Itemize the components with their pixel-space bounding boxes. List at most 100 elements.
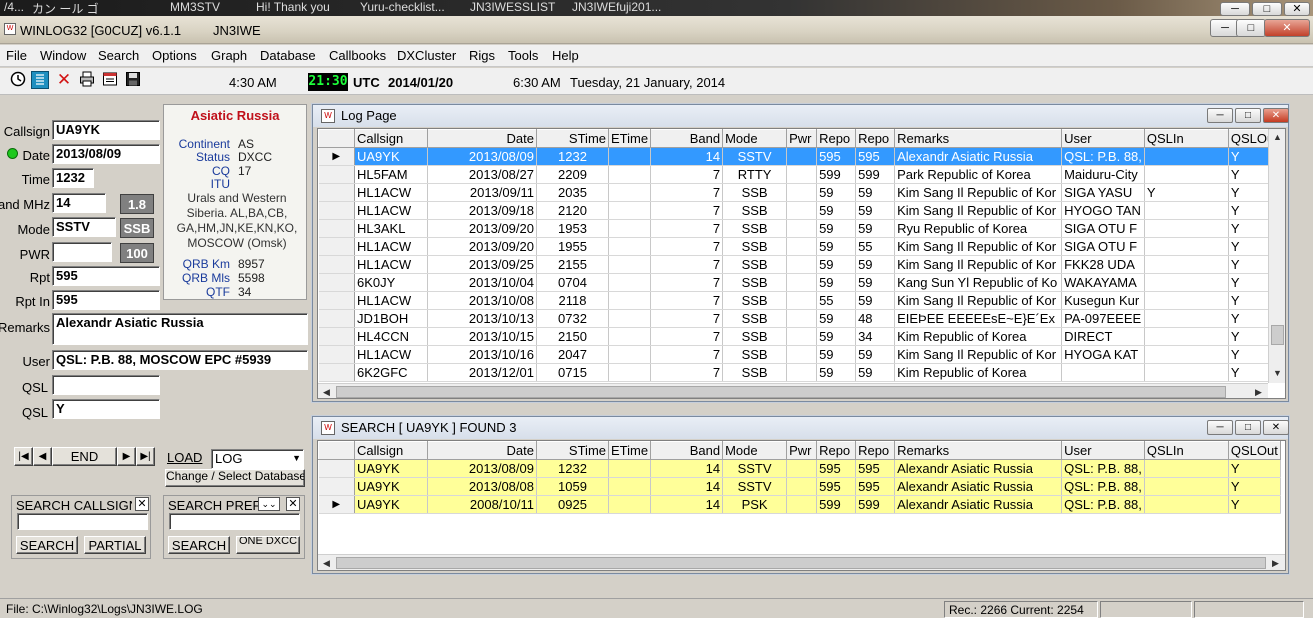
column-header[interactable]: Pwr <box>786 129 818 148</box>
maximize-button[interactable]: □ <box>1236 19 1266 37</box>
dropdown-icon[interactable]: ⌄⌄ <box>258 497 280 511</box>
column-header[interactable]: Callsign <box>354 441 428 460</box>
column-header[interactable]: Band <box>650 129 724 148</box>
table-row[interactable]: HL1ACW 2013/09/18 2120 7 SSB 59 59 Kim Sang Il … <box>318 201 1281 220</box>
rpt-field[interactable]: 595 <box>52 266 160 286</box>
table-row[interactable]: JD1BOH 2013/10/13 0732 7 SSB 59 48 EIEÞEE EEEEE… <box>318 309 1281 328</box>
rpt-in-field[interactable]: 595 <box>52 290 160 310</box>
last-record-button[interactable]: ▶| <box>136 447 155 466</box>
user-field[interactable]: QSL: P.B. 88, MOSCOW EPC #5939 <box>52 350 308 370</box>
remarks-field[interactable]: Alexandr Asiatic Russia <box>52 313 308 345</box>
column-header[interactable]: Remarks <box>894 441 1063 460</box>
menu-window[interactable]: Window <box>40 48 86 63</box>
search-prefix-input[interactable] <box>169 513 300 530</box>
table-row[interactable]: 6K0JY 2013/10/04 0704 7 SSB 59 59 Kang Sun Yl R… <box>318 273 1281 292</box>
maximize-button[interactable]: □ <box>1235 420 1261 435</box>
row-indicator[interactable] <box>318 309 355 328</box>
pwr-field[interactable] <box>52 242 112 262</box>
scroll-down-icon[interactable]: ▼ <box>1269 365 1285 382</box>
search-callsign-input[interactable] <box>17 513 148 530</box>
close-icon[interactable]: ✕ <box>135 497 149 511</box>
close-button[interactable]: ✕ <box>1264 19 1310 37</box>
menu-rigs[interactable]: Rigs <box>469 48 495 63</box>
minimize-button[interactable]: ─ <box>1207 420 1233 435</box>
maximize-button[interactable]: □ <box>1235 108 1261 123</box>
row-indicator[interactable] <box>318 345 355 364</box>
outer-close-button[interactable]: ✕ <box>1284 2 1310 16</box>
minimize-button[interactable]: ─ <box>1207 108 1233 123</box>
outer-minimize-button[interactable]: ─ <box>1220 2 1250 16</box>
pwr-quick-box[interactable]: 100 <box>120 243 154 263</box>
close-button[interactable]: ✕ <box>1263 108 1289 123</box>
menu-tools[interactable]: Tools <box>508 48 538 63</box>
column-header[interactable]: Date <box>427 441 537 460</box>
column-header[interactable]: QSLOut <box>1227 441 1281 460</box>
log-select-dropdown[interactable]: LOG ▼ <box>211 449 304 469</box>
change-database-button[interactable]: Change / Select Database <box>165 469 305 487</box>
column-header[interactable]: ETime <box>607 441 652 460</box>
column-header[interactable]: Repo <box>816 129 857 148</box>
table-row[interactable]: ▶ UA9YK 2013/08/09 1232 14 SSTV 595 595 Alexandr… <box>318 147 1281 166</box>
scroll-left-icon[interactable]: ◀ <box>318 384 335 398</box>
row-indicator[interactable] <box>318 183 355 202</box>
column-header[interactable]: ETime <box>607 129 652 148</box>
table-row[interactable]: HL5FAM 2013/08/27 2209 7 RTTY 599 599 Park Repu… <box>318 165 1281 184</box>
column-header[interactable]: User <box>1061 441 1145 460</box>
table-row[interactable]: HL1ACW 2013/09/20 1955 7 SSB 59 55 Kim Sang Il … <box>318 237 1281 256</box>
table-row[interactable]: HL1ACW 2013/09/11 2035 7 SSB 59 59 Kim Sang Il … <box>318 183 1281 202</box>
current-row-marker-icon[interactable]: ▶ <box>318 495 355 514</box>
search-callsign-button[interactable]: SEARCH <box>16 536 78 554</box>
row-indicator[interactable] <box>318 165 355 184</box>
column-header[interactable]: Callsign <box>354 129 428 148</box>
table-row[interactable]: HL1ACW 2013/09/25 2155 7 SSB 59 59 Kim Sang Il … <box>318 255 1281 274</box>
qsl-field-2[interactable]: Y <box>52 399 160 419</box>
column-header[interactable]: Date <box>427 129 537 148</box>
scroll-left-icon[interactable]: ◀ <box>318 555 335 570</box>
table-row[interactable]: HL4CCN 2013/10/15 2150 7 SSB 59 34 Kim Republic… <box>318 327 1281 346</box>
table-row[interactable]: 6K2GFC 2013/12/01 0715 7 SSB 59 59 Kim Republic… <box>318 363 1281 382</box>
save-icon[interactable] <box>124 71 142 89</box>
list-icon[interactable] <box>31 71 49 89</box>
close-icon[interactable]: ✕ <box>286 497 300 511</box>
menu-graph[interactable]: Graph <box>211 48 247 63</box>
next-record-button[interactable]: ▶ <box>117 447 136 466</box>
row-indicator[interactable] <box>318 291 355 310</box>
column-header[interactable]: Mode <box>722 441 788 460</box>
band-quick-box[interactable]: 1.8 <box>120 194 154 214</box>
first-record-button[interactable]: |◀ <box>14 447 33 466</box>
scroll-up-icon[interactable]: ▲ <box>1269 129 1285 146</box>
time-field[interactable]: 1232 <box>52 168 94 188</box>
table-row[interactable]: HL3AKL 2013/09/20 1953 7 SSB 59 59 Ryu Republic… <box>318 219 1281 238</box>
print-icon[interactable] <box>78 71 96 89</box>
current-row-marker-icon[interactable]: ▶ <box>318 147 355 166</box>
log-vertical-scrollbar[interactable]: ▲ ▼ <box>1268 129 1285 383</box>
scroll-thumb[interactable] <box>336 386 1226 398</box>
menu-help[interactable]: Help <box>552 48 579 63</box>
mode-quick-box[interactable]: SSB <box>120 218 154 238</box>
clock-icon[interactable] <box>9 71 27 89</box>
column-header[interactable]: Mode <box>722 129 788 148</box>
notepad-icon[interactable] <box>101 71 119 89</box>
column-header[interactable]: Pwr <box>786 441 818 460</box>
row-indicator[interactable] <box>318 363 355 382</box>
close-button[interactable]: ✕ <box>1263 420 1289 435</box>
search-horizontal-scrollbar[interactable]: ◀ ▶ <box>318 554 1285 570</box>
one-dxcc-button[interactable]: ONE DXCC <box>236 536 300 554</box>
mode-field[interactable]: SSTV <box>52 217 116 237</box>
row-indicator[interactable] <box>318 459 355 478</box>
column-header[interactable]: Remarks <box>894 129 1063 148</box>
column-header[interactable]: Repo <box>816 441 857 460</box>
menu-search[interactable]: Search <box>98 48 139 63</box>
scroll-right-icon[interactable]: ▶ <box>1267 555 1284 570</box>
column-header[interactable]: User <box>1061 129 1145 148</box>
table-row[interactable]: UA9YK 2013/08/08 1059 14 SSTV 595 595 Alexandr … <box>318 477 1281 496</box>
table-row[interactable]: HL1ACW 2013/10/08 2118 7 SSB 55 59 Kim Sang Il … <box>318 291 1281 310</box>
callsign-field[interactable]: UA9YK <box>52 120 160 140</box>
end-button[interactable]: END <box>52 447 117 466</box>
column-header[interactable]: STime <box>536 129 609 148</box>
delete-icon[interactable]: ✕ <box>55 71 73 89</box>
menu-file[interactable]: File <box>6 48 27 63</box>
row-indicator[interactable] <box>318 237 355 256</box>
outer-maximize-button[interactable]: □ <box>1252 2 1282 16</box>
row-indicator[interactable] <box>318 477 355 496</box>
